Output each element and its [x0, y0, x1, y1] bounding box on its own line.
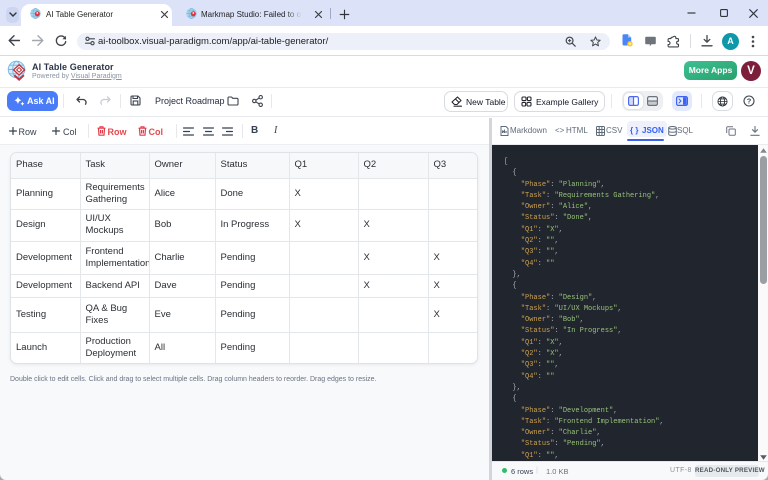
svg-text:?: ?: [747, 97, 752, 106]
